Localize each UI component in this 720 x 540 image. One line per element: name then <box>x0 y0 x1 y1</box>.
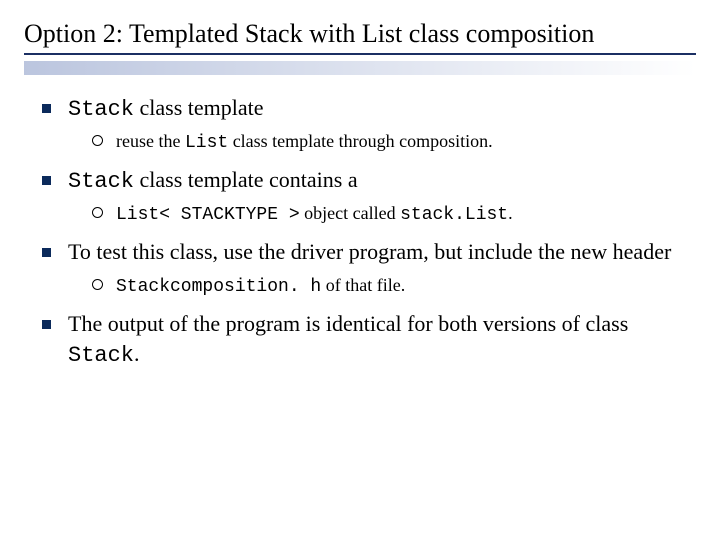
bullet-list-level2: reuse the List class template through co… <box>92 129 696 155</box>
sub-bullet-item: Stackcomposition. h of that file. <box>92 273 696 299</box>
bullet-item: The output of the program is identical f… <box>42 309 696 370</box>
bullet-text: Stack class template <box>68 95 264 120</box>
sub-bullet-item: List< STACKTYPE > object called stack.Li… <box>92 201 696 227</box>
bullet-list-level1: Stack class template reuse the List clas… <box>42 93 696 370</box>
bullet-text: The output of the program is identical f… <box>68 311 628 366</box>
slide: Option 2: Templated Stack with List clas… <box>0 0 720 405</box>
text-fragment: object called <box>300 203 400 223</box>
title-gradient-bar <box>24 61 696 75</box>
bullet-list-level2: List< STACKTYPE > object called stack.Li… <box>92 201 696 227</box>
code-fragment: stack.List <box>400 205 508 225</box>
text-fragment: of that file. <box>321 275 405 295</box>
text-fragment: To test this class, use the driver progr… <box>68 239 671 264</box>
code-fragment: Stackcomposition. h <box>116 277 321 297</box>
bullet-list-level2: Stackcomposition. h of that file. <box>92 273 696 299</box>
bullet-item: Stack class template contains a List< ST… <box>42 165 696 227</box>
text-fragment: reuse the <box>116 131 185 151</box>
text-fragment: . <box>134 341 140 366</box>
bullet-text: Stack class template contains a <box>68 167 358 192</box>
bullet-text: To test this class, use the driver progr… <box>68 239 671 264</box>
code-fragment: Stack <box>68 97 134 122</box>
text-fragment: class template contains a <box>134 167 358 192</box>
title-underline <box>24 53 696 55</box>
text-fragment: class template through composition. <box>228 131 492 151</box>
slide-title: Option 2: Templated Stack with List clas… <box>24 18 696 49</box>
text-fragment: The output of the program is identical f… <box>68 311 628 336</box>
code-fragment: List <box>185 133 228 153</box>
bullet-item: Stack class template reuse the List clas… <box>42 93 696 155</box>
sub-bullet-item: reuse the List class template through co… <box>92 129 696 155</box>
bullet-item: To test this class, use the driver progr… <box>42 237 696 299</box>
text-fragment: . <box>508 203 513 223</box>
code-fragment: Stack <box>68 169 134 194</box>
code-fragment: Stack <box>68 343 134 368</box>
text-fragment: class template <box>134 95 264 120</box>
code-fragment: List< STACKTYPE > <box>116 205 300 225</box>
